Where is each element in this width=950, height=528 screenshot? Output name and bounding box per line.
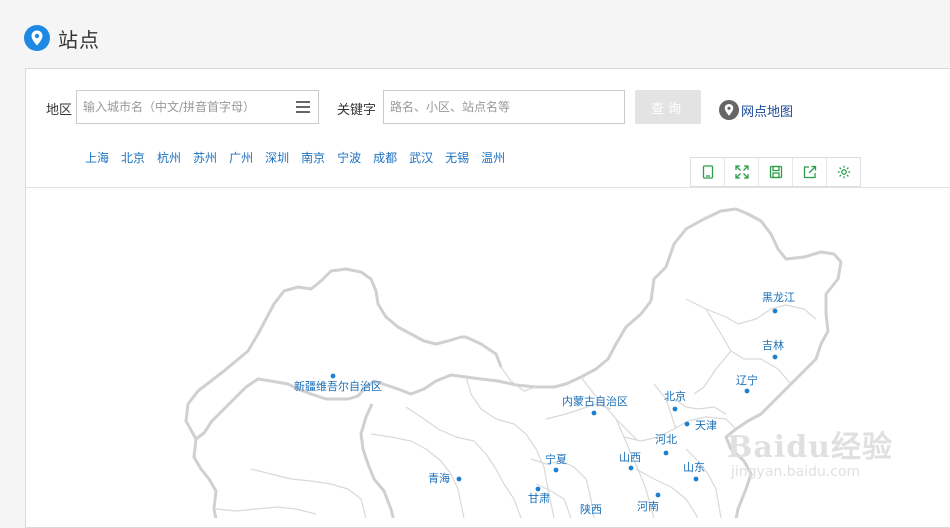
keyword-input[interactable] [384, 100, 624, 114]
dot-heilongjiang [772, 308, 778, 314]
bookmark-button[interactable] [691, 158, 725, 186]
map-pin-icon [719, 100, 739, 120]
keyword-field[interactable] [383, 90, 625, 124]
page-header: 站点 [24, 24, 100, 52]
label-liaoning: 辽宁 [736, 373, 758, 387]
label-hebei: 河北 [655, 433, 677, 446]
label-heilongjiang: 黑龙江 [762, 291, 795, 304]
city-link[interactable]: 南京 [301, 149, 325, 166]
keyword-label: 关键字 [337, 103, 377, 118]
city-link[interactable]: 宁波 [337, 149, 361, 166]
marker-shaanxi[interactable]: 陕西 [580, 502, 602, 516]
city-link[interactable]: 北京 [121, 149, 145, 166]
city-link[interactable]: 苏州 [193, 149, 217, 166]
marker-hebei[interactable]: 河北 [655, 433, 677, 456]
marker-liaoning[interactable]: 辽宁 [736, 373, 758, 394]
dot-shandong [693, 476, 699, 482]
marker-neimenggu[interactable]: 内蒙古自治区 [562, 394, 628, 416]
city-link[interactable]: 深圳 [265, 149, 289, 166]
dot-beijing [672, 406, 678, 412]
dot-hebei [663, 450, 669, 456]
dot-jilin [772, 354, 778, 360]
city-link[interactable]: 成都 [373, 149, 397, 166]
gear-icon [837, 165, 850, 179]
list-menu-icon[interactable] [296, 101, 310, 113]
region-input[interactable] [77, 100, 296, 114]
page-title: 站点 [58, 27, 100, 52]
baidu-watermark: Baidu经验 jingyan.baidu.com [727, 430, 893, 481]
bookmark-icon [702, 165, 713, 179]
location-pin-icon [24, 25, 50, 51]
map-toolbar [690, 157, 861, 187]
dot-ningxia [553, 467, 559, 473]
city-link[interactable]: 无锡 [445, 149, 469, 166]
city-link[interactable]: 武汉 [409, 149, 433, 166]
label-shandong: 山东 [683, 461, 705, 474]
label-jilin: 吉林 [762, 338, 784, 352]
city-link[interactable]: 杭州 [157, 149, 181, 166]
label-shaanxi: 陕西 [580, 502, 602, 516]
export-icon [803, 165, 816, 179]
marker-ningxia[interactable]: 宁夏 [545, 452, 567, 473]
settings-button[interactable] [827, 158, 860, 186]
dot-qinghai [456, 476, 462, 482]
label-shanxi: 山西 [619, 451, 641, 464]
fullscreen-button[interactable] [725, 158, 759, 186]
marker-beijing[interactable]: 北京 [664, 389, 686, 412]
dot-liaoning [744, 388, 750, 394]
region-field[interactable] [76, 90, 319, 124]
marker-heilongjiang[interactable]: 黑龙江 [762, 291, 795, 314]
query-button[interactable]: 查询 [635, 90, 701, 124]
label-tianjin: 天津 [695, 419, 717, 432]
label-qinghai: 青海 [428, 471, 450, 485]
dot-tianjin [684, 421, 690, 427]
marker-shanxi[interactable]: 山西 [619, 451, 641, 471]
city-link[interactable]: 广州 [229, 149, 253, 166]
save-button[interactable] [759, 158, 793, 186]
label-henan: 河南 [637, 500, 659, 513]
marker-tianjin[interactable]: 天津 [684, 419, 717, 432]
marker-qinghai[interactable]: 青海 [428, 471, 462, 485]
panel-divider [26, 187, 950, 188]
dot-gansu [535, 486, 541, 492]
city-link[interactable]: 温州 [481, 149, 505, 166]
label-xinjiang: 新疆维吾尔自治区 [294, 379, 382, 393]
save-icon [769, 165, 782, 179]
marker-xinjiang[interactable]: 新疆维吾尔自治区 [294, 373, 382, 393]
network-map-link[interactable]: 网点地图 [719, 100, 793, 120]
city-quick-links: 上海 北京 杭州 苏州 广州 深圳 南京 宁波 成都 武汉 无锡 温州 [85, 149, 517, 166]
dot-shanxi [628, 465, 634, 471]
marker-gansu[interactable]: 甘肃 [528, 486, 550, 505]
label-ningxia: 宁夏 [545, 452, 567, 466]
watermark-url: jingyan.baidu.com [731, 464, 861, 480]
label-neimenggu: 内蒙古自治区 [562, 394, 628, 408]
region-label: 地区 [46, 103, 73, 118]
label-gansu: 甘肃 [528, 492, 550, 505]
export-button[interactable] [793, 158, 827, 186]
dot-henan [655, 492, 661, 498]
dot-xinjiang [330, 373, 336, 379]
marker-jilin[interactable]: 吉林 [762, 338, 784, 360]
marker-henan[interactable]: 河南 [637, 492, 661, 513]
dot-neimenggu [591, 410, 597, 416]
network-map-label: 网点地图 [741, 104, 794, 120]
fullscreen-icon [734, 165, 749, 179]
city-link[interactable]: 上海 [85, 149, 109, 166]
marker-shandong[interactable]: 山东 [683, 461, 705, 482]
watermark-title: Baidu经验 [727, 430, 893, 465]
label-beijing: 北京 [664, 389, 686, 403]
